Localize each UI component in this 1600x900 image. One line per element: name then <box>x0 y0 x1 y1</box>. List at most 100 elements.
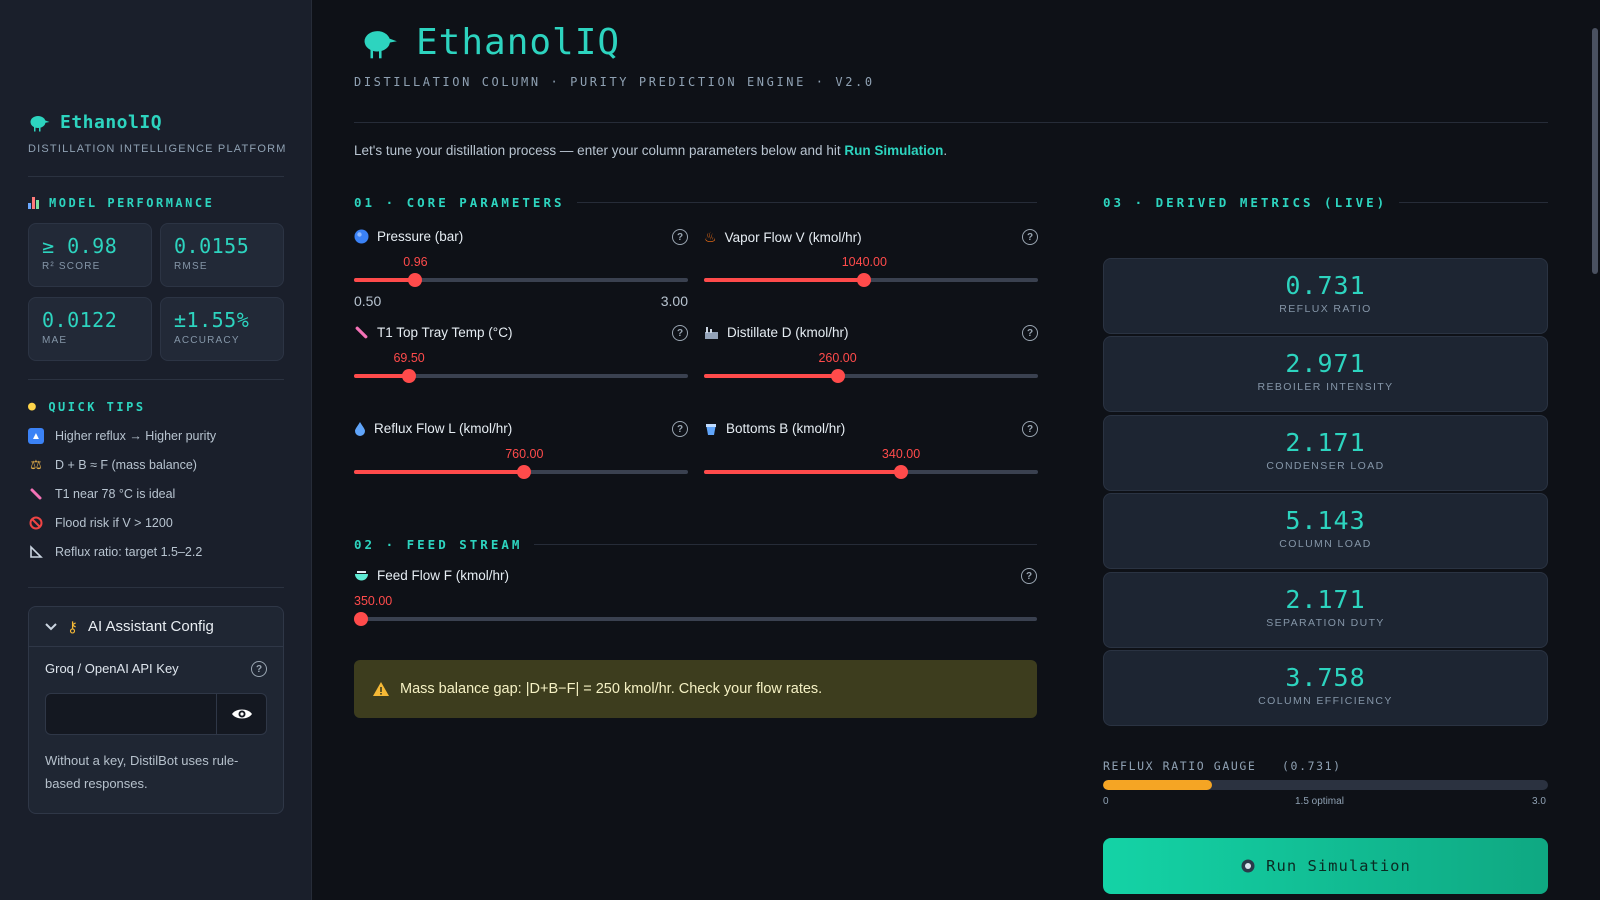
show-password-button[interactable] <box>217 693 267 735</box>
metric-value: ≥ 0.98 <box>42 234 118 258</box>
help-icon[interactable]: ? <box>672 421 688 437</box>
run-simulation-label: Run Simulation <box>1266 857 1411 875</box>
tip-text: Higher reflux → Higher purity <box>55 429 217 443</box>
feed-flow-slider-group: Feed Flow F (kmol/hr) ? 350.00 <box>354 568 1037 648</box>
slider-fill <box>704 470 902 474</box>
derived-card-condenser-load: 2.171 CONDENSER LOAD <box>1103 415 1548 491</box>
core-parameters-heading: 01 · CORE PARAMETERS <box>354 195 1037 210</box>
reflux-gauge-fill <box>1103 780 1212 790</box>
derived-metrics-heading: 03 · DERIVED METRICS (LIVE) <box>1103 195 1548 210</box>
help-icon[interactable]: ? <box>1021 568 1037 584</box>
pressure-value: 0.96 <box>403 255 428 269</box>
key-icon: ⚷ <box>67 618 78 636</box>
page-subtitle: DISTILLATION COLUMN · PURITY PREDICTION … <box>354 75 875 89</box>
pressure-slider-group: Pressure (bar) ? 0.96 0.50 3.00 <box>354 229 688 309</box>
t1-temp-value: 69.50 <box>393 351 425 365</box>
derived-card-column-load: 5.143 COLUMN LOAD <box>1103 493 1548 569</box>
sidebar-brand-title: EthanolIQ <box>60 112 163 133</box>
slider-fill <box>704 278 865 282</box>
slider-fill <box>354 470 525 474</box>
sidebar-brand: EthanolIQ <box>28 112 162 133</box>
help-icon[interactable]: ? <box>1022 421 1038 437</box>
distillate-slider[interactable] <box>704 369 1038 383</box>
metric-value: 0.0155 <box>174 234 250 258</box>
tip-item: ▲ Higher reflux → Higher purity <box>28 428 216 444</box>
warning-icon <box>373 682 389 696</box>
ai-config-title: AI Assistant Config <box>88 618 214 635</box>
slider-thumb[interactable] <box>402 369 417 383</box>
tip-text: D + B ≈ F (mass balance) <box>55 458 197 472</box>
run-simulation-button[interactable]: Run Simulation <box>1103 838 1548 894</box>
slider-thumb[interactable] <box>857 273 872 287</box>
metric-card-r2: ≥ 0.98 R² SCORE <box>28 223 152 287</box>
sidebar-divider <box>28 379 284 380</box>
intro-after: . <box>943 143 948 158</box>
vapor-flow-value: 1040.00 <box>841 255 887 269</box>
gauge-title: REFLUX RATIO GAUGE <box>1103 759 1257 773</box>
slider-thumb[interactable] <box>408 273 423 287</box>
thermometer-icon <box>28 486 44 502</box>
no-entry-icon <box>28 515 44 531</box>
feed-stream-title: 02 · FEED STREAM <box>354 537 523 552</box>
slider-fill <box>354 374 410 378</box>
metric-label: MAE <box>42 335 68 346</box>
sidebar-subtitle: DISTILLATION INTELLIGENCE PLATFORM <box>28 143 287 155</box>
lightbulb-icon: ● <box>28 399 39 414</box>
metric-label: R² SCORE <box>42 261 101 272</box>
gauge-max-label: 3.0 <box>1532 796 1546 807</box>
reflux-gauge-label: REFLUX RATIO GAUGE (0.731) <box>1103 759 1342 773</box>
reflux-flow-slider-group: Reflux Flow L (kmol/hr) ? 760.00 <box>354 421 688 501</box>
vapor-flow-label: ♨ Vapor Flow V (kmol/hr) <box>704 229 862 246</box>
page-scrollbar[interactable] <box>1590 0 1598 900</box>
sidebar: EthanolIQ DISTILLATION INTELLIGENCE PLAT… <box>0 0 312 900</box>
ai-assistant-config-panel: ⚷ AI Assistant Config Groq / OpenAI API … <box>28 606 284 814</box>
help-icon[interactable]: ? <box>1022 325 1038 341</box>
bottoms-slider[interactable] <box>704 465 1038 479</box>
derived-label: REFLUX RATIO <box>1279 303 1372 315</box>
bar-chart-icon <box>28 197 39 209</box>
vapor-flow-slider[interactable] <box>704 273 1038 287</box>
pressure-min: 0.50 <box>354 293 382 309</box>
slider-thumb[interactable] <box>894 465 909 479</box>
pressure-label-text: Pressure (bar) <box>377 229 464 244</box>
tip-item: ⚖ D + B ≈ F (mass balance) <box>28 457 197 473</box>
slider-thumb[interactable] <box>517 465 532 479</box>
derived-label: COLUMN LOAD <box>1279 538 1372 550</box>
model-performance-heading: MODEL PERFORMANCE <box>28 196 214 210</box>
bottoms-slider-group: Bottoms B (kmol/hr) ? 340.00 <box>704 421 1038 501</box>
reflux-flow-value: 760.00 <box>505 447 544 461</box>
api-key-input[interactable] <box>45 693 217 735</box>
tip-item: Reflux ratio: target 1.5–2.2 <box>28 544 202 560</box>
help-icon[interactable]: ? <box>1022 229 1038 245</box>
warning-text: Mass balance gap: |D+B−F| = 250 kmol/hr.… <box>400 681 823 697</box>
chevron-down-icon <box>45 622 57 630</box>
slider-thumb[interactable] <box>354 612 368 626</box>
derived-value: 2.171 <box>1285 428 1366 457</box>
api-key-note: Without a key, DistilBot uses rule-based… <box>45 753 239 791</box>
t1-temp-slider[interactable] <box>354 369 688 383</box>
help-icon[interactable]: ? <box>672 325 688 341</box>
derived-value: 5.143 <box>1285 506 1366 535</box>
quick-tips-title: QUICK TIPS <box>48 399 146 414</box>
help-icon[interactable]: ? <box>672 229 688 245</box>
ai-config-expander[interactable]: ⚷ AI Assistant Config <box>29 607 283 647</box>
sidebar-divider <box>28 176 284 177</box>
slider-thumb[interactable] <box>830 369 845 383</box>
arrow-up-icon: ▲ <box>28 428 44 444</box>
triangle-ruler-icon <box>28 544 44 560</box>
scrollbar-thumb[interactable] <box>1592 28 1598 274</box>
pressure-slider[interactable] <box>354 273 688 287</box>
reflux-flow-slider[interactable] <box>354 465 688 479</box>
quick-tips-heading: ● QUICK TIPS <box>28 399 146 414</box>
help-icon[interactable]: ? <box>251 661 267 677</box>
intro-text: Let's tune your distillation process — e… <box>354 143 947 158</box>
vapor-flow-slider-group: ♨ Vapor Flow V (kmol/hr) ? 1040.00 <box>704 229 1038 309</box>
intro-before: Let's tune your distillation process — e… <box>354 143 845 158</box>
reflux-flow-label: Reflux Flow L (kmol/hr) <box>354 421 512 436</box>
feed-flow-slider[interactable] <box>354 612 1037 626</box>
metric-value: ±1.55% <box>174 308 250 332</box>
distillate-label: Distillate D (kmol/hr) <box>704 325 849 340</box>
metric-card-mae: 0.0122 MAE <box>28 297 152 361</box>
metric-value: 0.0122 <box>42 308 118 332</box>
sidebar-divider <box>28 587 284 588</box>
